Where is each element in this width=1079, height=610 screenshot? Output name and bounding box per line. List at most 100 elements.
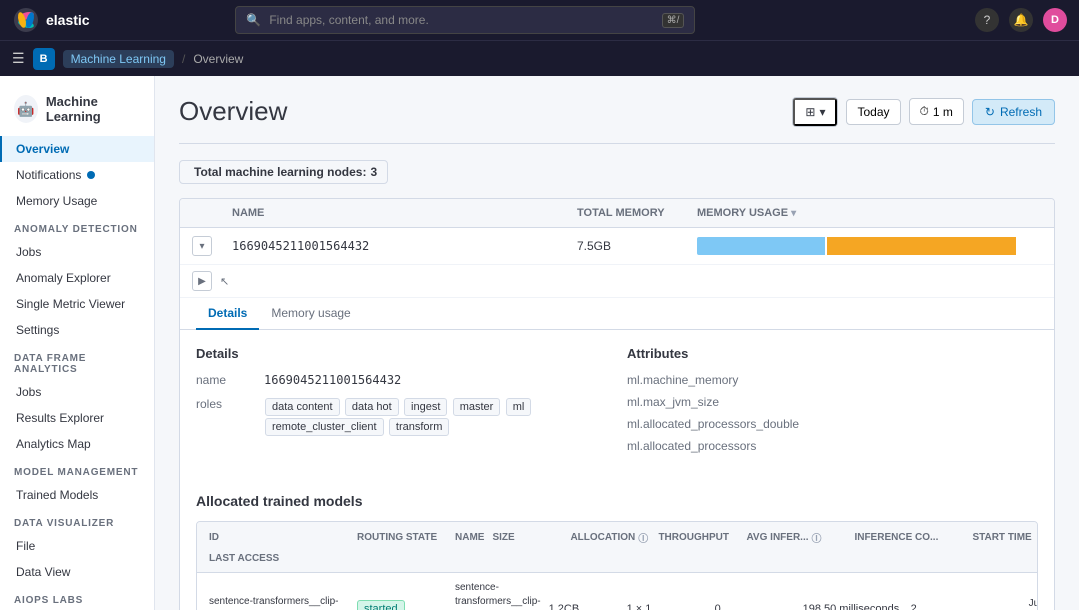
expand-row-button[interactable]: ▾ <box>192 236 212 256</box>
main-content: Overview ⊞ ▾ Today ⏱ 1 m ↻ Refresh <box>155 76 1079 610</box>
breadcrumb-ml-link[interactable]: Machine Learning <box>63 50 174 68</box>
detail-panel: Details Memory usage Details name 166904… <box>180 298 1054 610</box>
col-memory-header: Total memory <box>577 207 697 219</box>
node-name: 1669045211001564432 <box>232 239 369 253</box>
interval-button[interactable]: ⏱ 1 m <box>909 98 964 125</box>
notifications-button[interactable]: 🔔 <box>1009 8 1033 32</box>
models-col-routing: Routing state <box>357 532 447 543</box>
sidebar-section-dfa: Data Frame Analytics <box>0 343 154 379</box>
allocation-info-icon[interactable]: ⓘ <box>638 530 648 545</box>
attr-row-machine-memory: ml.machine_memory <box>627 373 1038 387</box>
node-usage-cell <box>697 237 1042 255</box>
grid-view-button[interactable]: ⊞ ▾ <box>793 98 837 126</box>
detail-content: Details name 1669045211001564432 roles d… <box>180 330 1054 477</box>
search-input[interactable] <box>269 13 653 27</box>
model-id-1: sentence-transformers__clip-vit-b-32 mul… <box>209 595 349 610</box>
node-memory-cell: 7.5GB <box>577 239 697 253</box>
sidebar-item-dfa-jobs[interactable]: Jobs <box>0 379 154 405</box>
detail-roles-value: data content data hot ingest master ml r… <box>264 397 607 437</box>
attributes-column: Attributes ml.machine_memory ml.max_jvm_… <box>627 346 1038 461</box>
sidebar-item-single-metric[interactable]: Single Metric Viewer <box>0 291 154 317</box>
interval-label: 1 m <box>933 105 953 119</box>
col-name-header: Name <box>232 207 577 219</box>
models-col-id: ID <box>209 532 349 543</box>
sidebar-item-overview[interactable]: Overview <box>0 136 154 162</box>
models-col-allocation: Allocation ⓘ <box>570 530 650 545</box>
global-search-bar[interactable]: 🔍 ⌘/ <box>235 6 695 34</box>
sidebar-section-anomaly: Anomaly Detection <box>0 214 154 239</box>
avginfer-info-icon[interactable]: ⓘ <box>812 530 822 545</box>
models-table-header: ID Routing state Name Size Allocation ⓘ … <box>197 522 1037 573</box>
memory-bar-jvm <box>827 237 1017 255</box>
sidebar-label-overview: Overview <box>16 142 69 156</box>
elastic-logo: elastic <box>12 6 90 34</box>
role-tag-ingest: ingest <box>404 398 447 416</box>
nodes-table: Name Total memory Memory usage ▾ ▾ 16690… <box>179 198 1055 610</box>
sidebar-item-file[interactable]: File <box>0 533 154 559</box>
memory-bar-used <box>697 237 825 255</box>
refresh-icon: ↻ <box>985 105 995 119</box>
clock-icon: ⏱ <box>920 104 929 119</box>
keyboard-shortcut: ⌘/ <box>662 13 685 28</box>
page-title: Overview <box>179 96 287 127</box>
node2-cursor: ↖ <box>220 275 229 288</box>
page-header: Overview ⊞ ▾ Today ⏱ 1 m ↻ Refresh <box>179 96 1055 127</box>
models-col-avginfer: Avg Infer... ⓘ <box>746 530 846 545</box>
today-button[interactable]: Today <box>846 99 900 125</box>
user-avatar[interactable]: D <box>1043 8 1067 32</box>
sidebar: 🤖 Machine Learning Overview Notification… <box>0 76 155 610</box>
attr-key-proc: ml.allocated_processors <box>627 439 756 453</box>
models-col-inference: Inference co... <box>854 532 964 543</box>
detail-name-label: name <box>196 373 256 387</box>
grid-chevron-icon: ▾ <box>819 105 825 119</box>
sidebar-label-notifications: Notifications <box>16 168 81 182</box>
sidebar-item-results-explorer[interactable]: Results Explorer <box>0 405 154 431</box>
sidebar-item-settings[interactable]: Settings <box>0 317 154 343</box>
col-usage-header: Memory usage ▾ <box>697 207 1042 219</box>
model-routing-1: started <box>357 600 447 610</box>
role-tag-remote: remote_cluster_client <box>265 418 384 436</box>
nodes-count-badge: Total machine learning nodes: 3 <box>179 160 388 184</box>
table-row: ▾ 1669045211001564432 7.5GB <box>180 228 1054 265</box>
attributes-section-title: Attributes <box>627 346 1038 361</box>
breadcrumb-bar: ☰ B Machine Learning / Overview <box>0 40 1079 76</box>
sidebar-item-ad-jobs[interactable]: Jobs <box>0 239 154 265</box>
expand-row2-button[interactable]: ▶ <box>192 271 212 291</box>
model-inference-1: 2 <box>911 603 1021 610</box>
model-name-1: sentence-transformers__clip-vit-b-32 mul… <box>455 581 541 610</box>
attr-key-proc-double: ml.allocated_processors_double <box>627 417 799 431</box>
header-actions: ⊞ ▾ Today ⏱ 1 m ↻ Refresh <box>792 97 1055 127</box>
role-tag-transform: transform <box>389 418 449 436</box>
app-icon: B <box>33 48 55 70</box>
elastic-logo-icon <box>12 6 40 34</box>
sidebar-section-model-mgmt: Model Management <box>0 457 154 482</box>
role-tag-data-content: data content <box>265 398 340 416</box>
tab-memory-usage[interactable]: Memory usage <box>259 298 362 330</box>
menu-toggle-button[interactable]: ☰ <box>12 50 25 67</box>
sidebar-item-notifications[interactable]: Notifications <box>0 162 154 188</box>
models-table-row: sentence-transformers__clip-vit-b-32 mul… <box>197 573 1037 610</box>
sidebar-item-data-view[interactable]: Data View <box>0 559 154 585</box>
memory-usage-chevron: ▾ <box>791 208 796 219</box>
role-tag-data-hot: data hot <box>345 398 399 416</box>
help-button[interactable]: ? <box>975 8 999 32</box>
search-icon: 🔍 <box>246 13 261 27</box>
expand-cell: ▾ <box>192 236 232 256</box>
role-tag-ml: ml <box>506 398 532 416</box>
sidebar-item-memory-usage[interactable]: Memory Usage <box>0 188 154 214</box>
sidebar-section-data-viz: Data Visualizer <box>0 508 154 533</box>
sidebar-header: 🤖 Machine Learning <box>0 86 154 136</box>
sidebar-section-aiops: AIOps Labs <box>0 585 154 610</box>
details-section-title: Details <box>196 346 607 361</box>
node-memory: 7.5GB <box>577 239 611 253</box>
sidebar-item-trained-models[interactable]: Trained Models <box>0 482 154 508</box>
refresh-button[interactable]: ↻ Refresh <box>972 99 1055 125</box>
sidebar-item-anomaly-explorer[interactable]: Anomaly Explorer <box>0 265 154 291</box>
tab-details[interactable]: Details <box>196 298 259 330</box>
sidebar-item-analytics-map[interactable]: Analytics Map <box>0 431 154 457</box>
models-col-throughput: Throughput <box>658 532 738 543</box>
breadcrumb-current: Overview <box>193 52 243 66</box>
models-col-starttime: Start time <box>972 532 1038 543</box>
detail-roles-label: roles <box>196 397 256 411</box>
nodes-label: Total machine learning nodes: <box>194 165 366 179</box>
